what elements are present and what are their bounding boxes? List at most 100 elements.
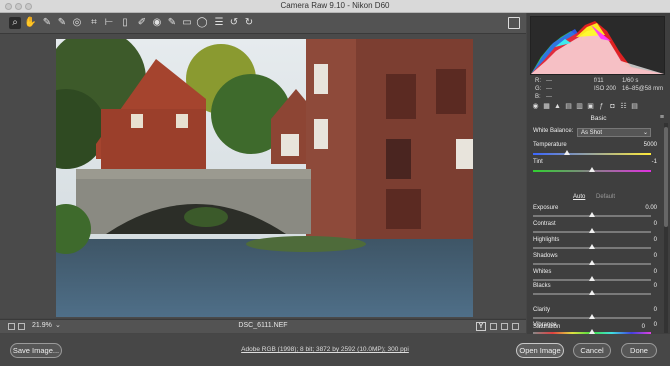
b-label: B: bbox=[535, 94, 541, 100]
white-balance-tool-icon[interactable]: ✎ bbox=[41, 17, 53, 29]
adjustment-brush-icon[interactable]: ✎ bbox=[166, 17, 178, 29]
hand-tool-icon[interactable]: ✋ bbox=[24, 17, 36, 29]
white-balance-label: White Balance: bbox=[533, 128, 574, 134]
hsl-tab-icon[interactable]: ▤ bbox=[565, 103, 572, 110]
vibrance-value[interactable]: 0 bbox=[654, 322, 657, 328]
workflow-options-link[interactable]: Adobe RGB (1998); 8 bit; 3872 by 2592 (1… bbox=[200, 346, 450, 353]
radial-filter-icon[interactable]: ◯ bbox=[196, 17, 208, 29]
save-image-button[interactable]: Save Image... bbox=[10, 343, 62, 358]
shadows-slider-thumb[interactable] bbox=[589, 260, 595, 265]
tint-slider-thumb[interactable] bbox=[589, 167, 595, 172]
panel-scrollbar-thumb[interactable] bbox=[664, 127, 668, 227]
b-value: --- bbox=[546, 94, 552, 100]
rotate-right-icon[interactable]: ↻ bbox=[243, 17, 255, 29]
g-value: --- bbox=[546, 86, 552, 92]
highlights-slider[interactable] bbox=[533, 244, 651, 249]
full-screen-toggle-icon[interactable] bbox=[508, 17, 520, 29]
done-button[interactable]: Done bbox=[621, 343, 657, 358]
zoom-tool-icon[interactable]: ⌕ bbox=[9, 17, 21, 29]
shadows-value[interactable]: 0 bbox=[654, 253, 657, 259]
targeted-adjustment-icon[interactable]: ◎ bbox=[71, 17, 83, 29]
blacks-slider-thumb[interactable] bbox=[589, 290, 595, 295]
lens-corrections-tab-icon[interactable]: ▣ bbox=[587, 103, 594, 110]
rgb-readout: R: --- G: --- B: --- f/11 1/60 s ISO 200… bbox=[530, 76, 665, 103]
title-bar: Camera Raw 9.10 - Nikon D60 bbox=[0, 0, 670, 13]
fx-tab-icon[interactable]: ƒ bbox=[598, 103, 605, 110]
iso-value: ISO 200 bbox=[594, 86, 617, 92]
basic-tab-icon[interactable]: ◉ bbox=[532, 103, 539, 110]
contrast-slider-thumb[interactable] bbox=[589, 228, 595, 233]
panel-menu-icon[interactable]: ≡ bbox=[660, 114, 664, 121]
whites-slider[interactable] bbox=[533, 276, 651, 281]
swap-settings-icon[interactable] bbox=[490, 323, 497, 330]
before-after-toggle-icon[interactable]: Y bbox=[476, 322, 486, 331]
temperature-label: Temperature bbox=[533, 142, 567, 148]
transform-tool-icon[interactable]: ▯ bbox=[119, 17, 131, 29]
camera-raw-window: Camera Raw 9.10 - Nikon D60 ⌕ ✋ ✎ ✎ ◎ ⌗ … bbox=[0, 0, 670, 366]
preview-toggle-icon[interactable] bbox=[512, 323, 519, 330]
color-sampler-icon[interactable]: ✎ bbox=[56, 17, 68, 29]
open-image-button[interactable]: Open Image bbox=[516, 343, 564, 358]
clarity-slider[interactable] bbox=[533, 314, 651, 319]
contrast-value[interactable]: 0 bbox=[654, 221, 657, 227]
temperature-slider-thumb[interactable] bbox=[564, 150, 571, 155]
split-toning-tab-icon[interactable]: ▥ bbox=[576, 103, 583, 110]
clarity-value[interactable]: 0 bbox=[654, 307, 657, 313]
shadows-slider[interactable] bbox=[533, 260, 651, 265]
exposure-slider-thumb[interactable] bbox=[589, 212, 595, 217]
clarity-label: Clarity bbox=[533, 307, 551, 313]
detail-tab-icon[interactable]: ▲ bbox=[554, 103, 561, 110]
exposure-slider[interactable] bbox=[533, 212, 651, 217]
blacks-label: Blacks bbox=[533, 283, 551, 289]
bottom-bar: Save Image... Adobe RGB (1998); 8 bit; 3… bbox=[0, 334, 670, 366]
window-title: Camera Raw 9.10 - Nikon D60 bbox=[280, 1, 390, 10]
straighten-tool-icon[interactable]: ⊢ bbox=[103, 17, 115, 29]
lens-value: 16–85@58 mm bbox=[622, 86, 664, 92]
tone-curve-tab-icon[interactable]: ▦ bbox=[543, 103, 550, 110]
aperture-value: f/11 bbox=[594, 78, 604, 84]
presets-tab-icon[interactable]: ☷ bbox=[620, 103, 627, 110]
whites-label: Whites bbox=[533, 269, 552, 275]
contrast-label: Contrast bbox=[533, 221, 556, 227]
spot-removal-icon[interactable]: ✐ bbox=[136, 17, 148, 29]
whites-value[interactable]: 0 bbox=[654, 269, 657, 275]
panel-tabs: ◉ ▦ ▲ ▤ ▥ ▣ ƒ ◘ ☷ ▤ bbox=[530, 101, 667, 113]
panel-scrollbar[interactable] bbox=[664, 123, 668, 333]
clarity-slider-thumb[interactable] bbox=[589, 314, 595, 319]
default-link[interactable]: Default bbox=[596, 194, 615, 200]
temperature-value[interactable]: 5000 bbox=[644, 142, 657, 148]
cancel-button[interactable]: Cancel bbox=[573, 343, 611, 358]
g-label: G: bbox=[535, 86, 542, 92]
blacks-slider[interactable] bbox=[533, 290, 651, 295]
exposure-value[interactable]: 0.00 bbox=[645, 205, 657, 211]
temperature-slider[interactable] bbox=[533, 150, 651, 155]
snapshots-tab-icon[interactable]: ▤ bbox=[631, 103, 638, 110]
white-balance-select[interactable]: As Shot ⌄ bbox=[577, 128, 651, 137]
camera-calibration-tab-icon[interactable]: ◘ bbox=[609, 103, 616, 110]
shadows-label: Shadows bbox=[533, 253, 558, 259]
contrast-slider[interactable] bbox=[533, 228, 651, 233]
graduated-filter-icon[interactable]: ▭ bbox=[181, 17, 193, 29]
highlights-slider-thumb[interactable] bbox=[589, 244, 595, 249]
exposure-label: Exposure bbox=[533, 205, 559, 211]
river-bridge-photo bbox=[56, 39, 473, 317]
red-eye-icon[interactable]: ◉ bbox=[151, 17, 163, 29]
saturation-label: Saturation bbox=[533, 324, 561, 330]
shutter-value: 1/60 s bbox=[622, 78, 639, 84]
blacks-value[interactable]: 0 bbox=[654, 283, 657, 289]
toolbar: ⌕ ✋ ✎ ✎ ◎ ⌗ ⊢ ▯ ✐ ◉ ✎ ▭ ◯ ☰ ↺ ↻ bbox=[0, 13, 526, 34]
tint-slider[interactable] bbox=[533, 167, 651, 172]
auto-link[interactable]: Auto bbox=[573, 194, 585, 200]
r-label: R: bbox=[535, 78, 541, 84]
panel-title: Basic bbox=[590, 115, 607, 122]
rotate-left-icon[interactable]: ↺ bbox=[228, 17, 240, 29]
copy-settings-icon[interactable] bbox=[501, 323, 508, 330]
tint-label: Tint bbox=[533, 159, 543, 165]
tint-value[interactable]: -1 bbox=[652, 159, 657, 165]
saturation-value[interactable]: 0 bbox=[626, 324, 645, 330]
photo-preview[interactable] bbox=[56, 39, 473, 317]
preferences-icon[interactable]: ☰ bbox=[213, 17, 225, 29]
crop-tool-icon[interactable]: ⌗ bbox=[88, 17, 100, 29]
whites-slider-thumb[interactable] bbox=[589, 276, 595, 281]
highlights-value[interactable]: 0 bbox=[654, 237, 657, 243]
